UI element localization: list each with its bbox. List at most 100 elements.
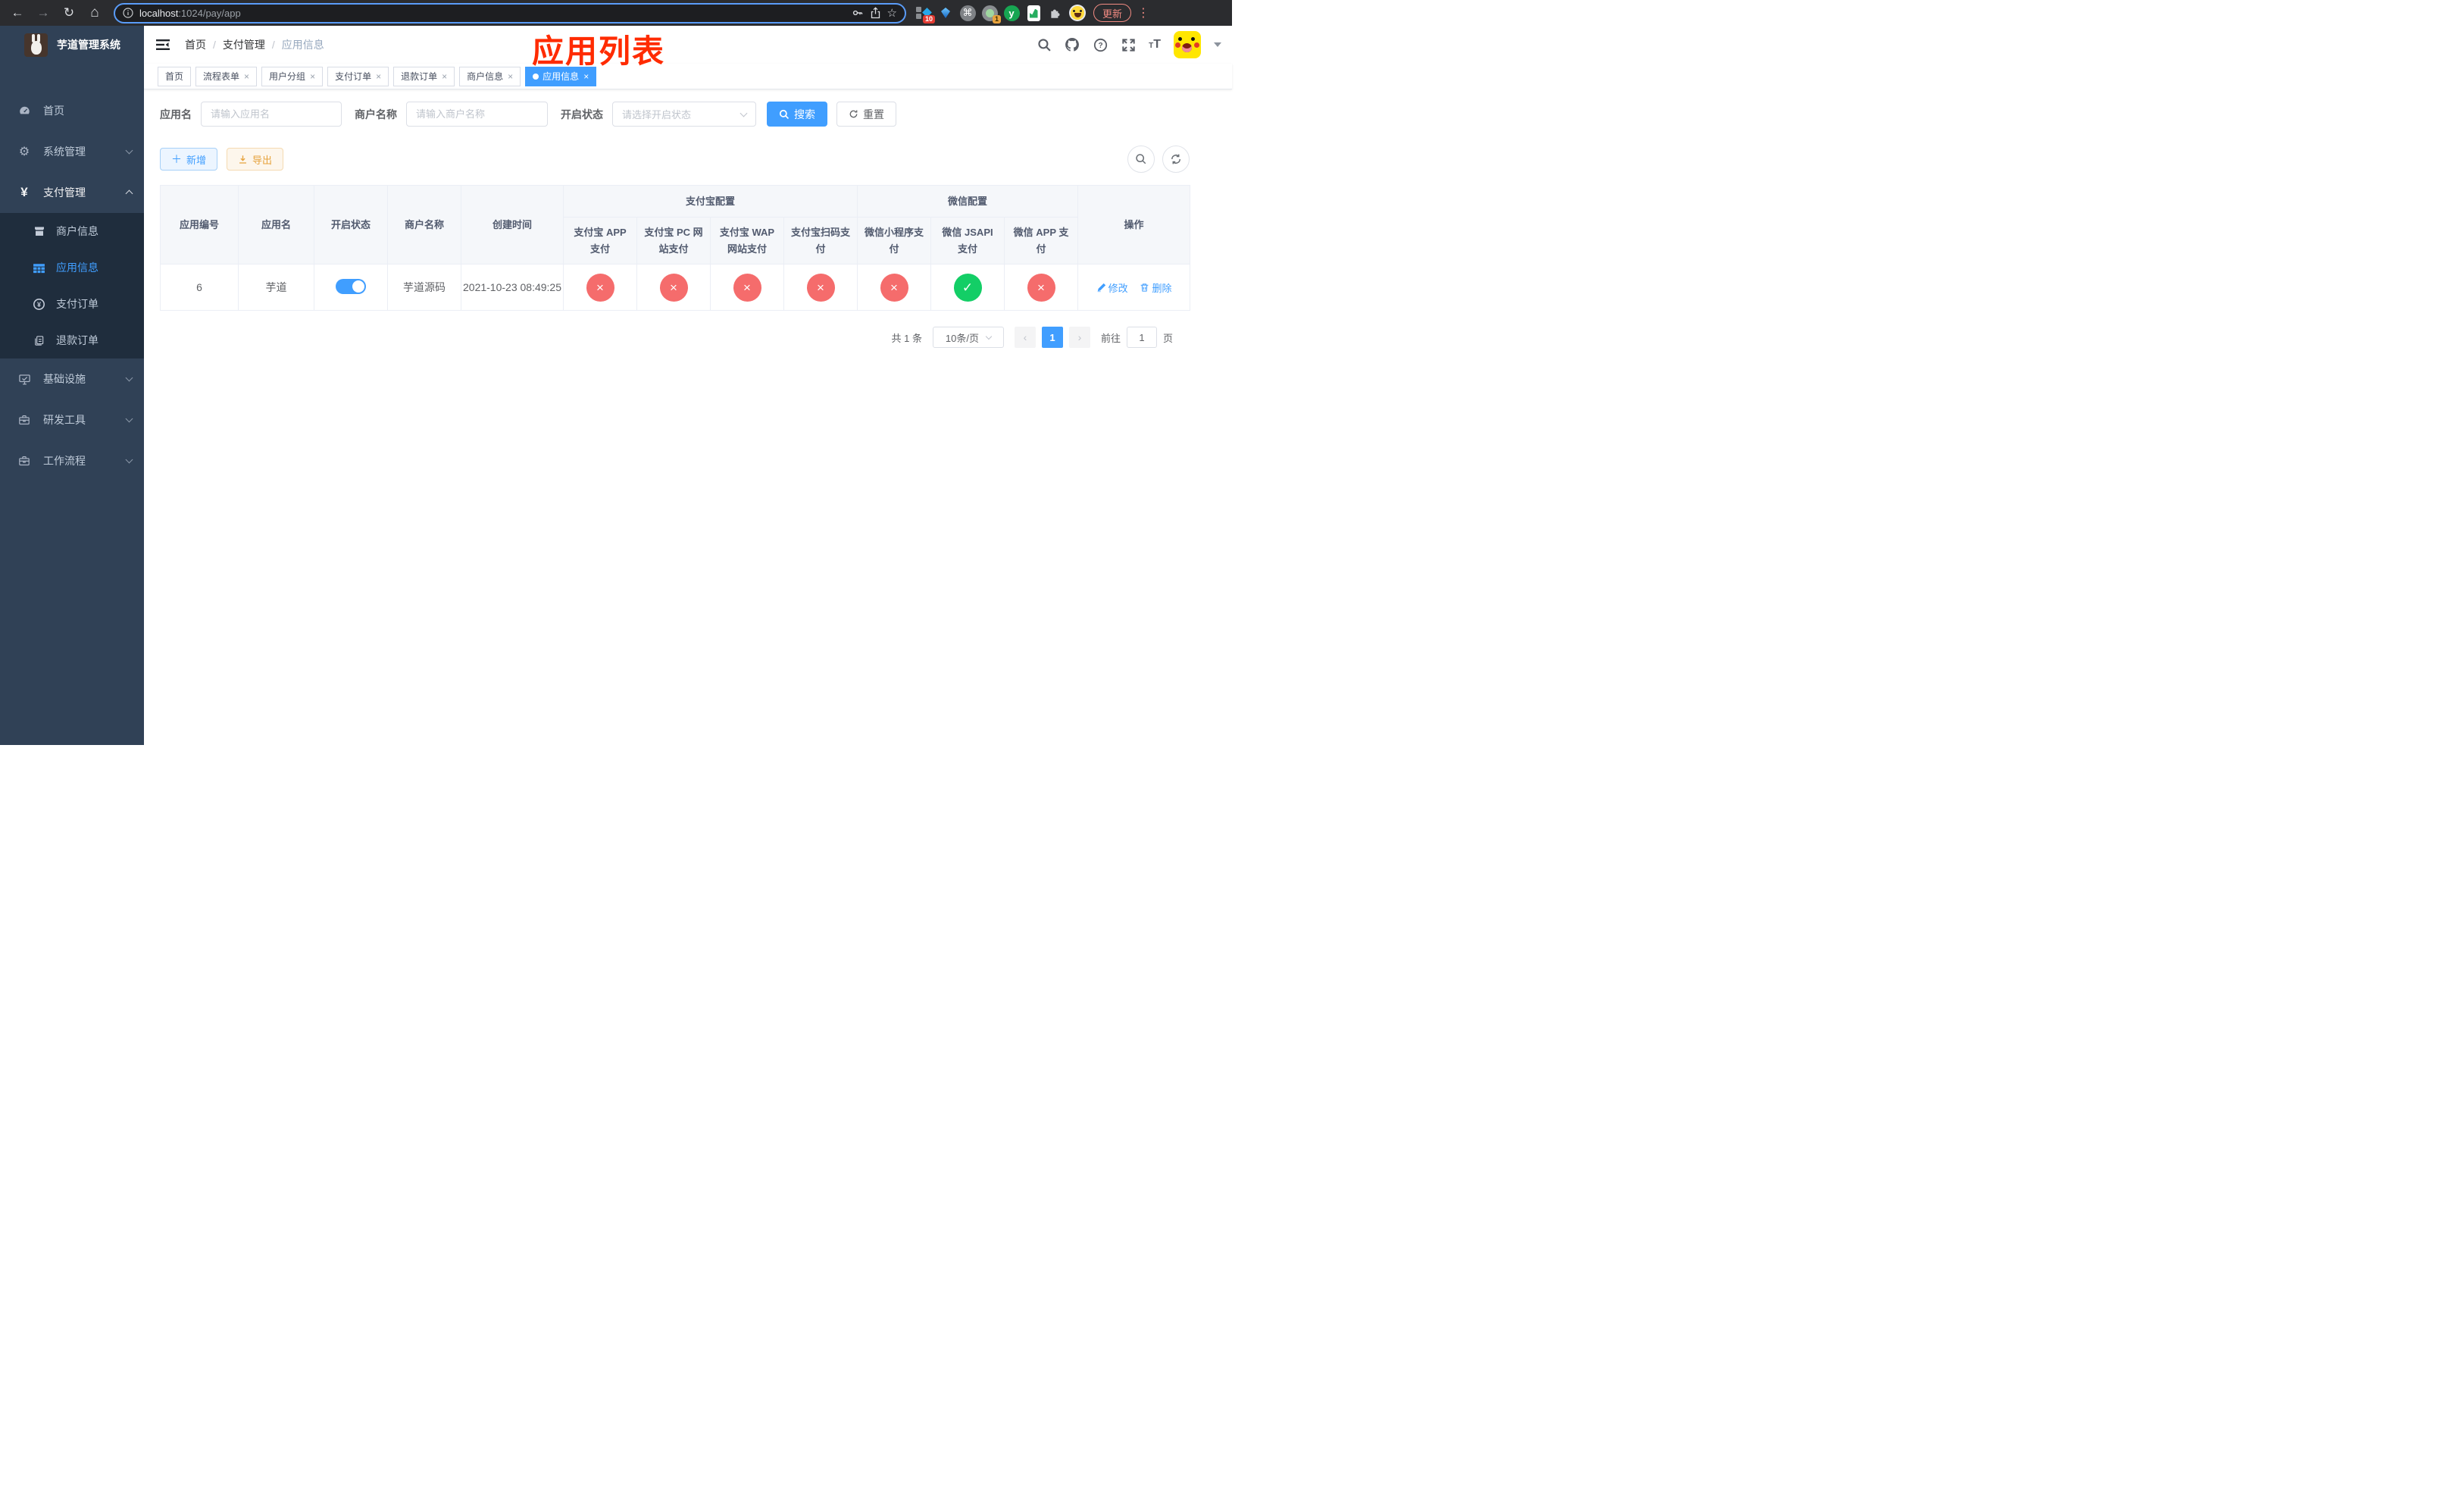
help-icon[interactable]: ? <box>1093 37 1108 52</box>
navbar: 首页 / 支付管理 / 应用信息 应用列表 ? TT <box>144 26 1232 69</box>
extension-grid-icon[interactable]: 10 <box>915 5 935 23</box>
status-select[interactable]: 请选择开启状态 <box>612 102 756 127</box>
status-toggle[interactable] <box>336 278 366 294</box>
tab-pay-orders[interactable]: 支付订单 × <box>327 66 389 86</box>
add-button[interactable]: ＋ 新增 <box>160 148 218 171</box>
search-button[interactable]: 搜索 <box>767 102 827 127</box>
alipay-qr-status-icon[interactable]: × <box>806 273 835 302</box>
alipay-pc-status-icon[interactable]: × <box>659 273 688 302</box>
close-icon[interactable]: × <box>244 71 249 82</box>
forward-icon[interactable]: → <box>32 2 55 23</box>
breadcrumb-payment[interactable]: 支付管理 <box>223 37 265 52</box>
chevron-down-icon <box>985 333 993 340</box>
browser-update-button[interactable]: 更新 <box>1093 4 1132 22</box>
app-name-input[interactable] <box>201 102 342 127</box>
sidebar-item-home[interactable]: 首页 <box>0 90 144 131</box>
sidebar-item-infrastructure[interactable]: 基础设施 <box>0 358 144 399</box>
sidebar-item-pay-orders[interactable]: ¥ 支付订单 <box>0 286 144 322</box>
extensions-row: 10 ⌘ 1 y <box>915 5 1086 23</box>
extension-gem-icon[interactable] <box>937 5 954 21</box>
tab-merchant-info[interactable]: 商户信息 × <box>459 66 521 86</box>
close-icon[interactable]: × <box>376 71 381 82</box>
app-logo-rabbit <box>24 33 48 57</box>
sidebar-item-system[interactable]: ⚙ 系统管理 <box>0 131 144 172</box>
close-icon[interactable]: × <box>310 71 315 82</box>
filter-form: 应用名 商户名称 开启状态 请选择开启状态 搜索 重置 <box>160 102 1217 127</box>
close-icon[interactable]: × <box>583 71 589 82</box>
extension-tray-icon[interactable]: 1 <box>981 5 1001 23</box>
cell-status <box>314 264 388 311</box>
table-row: 6 芋道 芋道源码 2021-10-23 08:49:25 × × × × × … <box>160 264 1191 311</box>
col-alipay-qr: 支付宝扫码支付 <box>783 217 858 265</box>
password-key-icon[interactable] <box>852 7 864 19</box>
avatar-dropdown-caret[interactable] <box>1214 42 1221 47</box>
sidebar-collapse-icon[interactable] <box>155 36 171 53</box>
search-icon[interactable] <box>1037 37 1052 52</box>
page-content: 应用名 商户名称 开启状态 请选择开启状态 搜索 重置 <box>144 89 1232 348</box>
browser-menu-icon[interactable]: ⋮ <box>1137 5 1149 20</box>
document-copy-icon <box>33 335 45 346</box>
extension-y-icon[interactable]: y <box>1003 5 1020 21</box>
back-icon[interactable]: ← <box>6 2 29 23</box>
col-alipay-pc: 支付宝 PC 网站支付 <box>636 217 711 265</box>
browser-nav-buttons: ← → ↻ ⌂ <box>6 2 106 23</box>
col-wechat-mini: 微信小程序支付 <box>857 217 932 265</box>
sidebar-item-workflow[interactable]: 工作流程 <box>0 440 144 481</box>
prev-page-button[interactable]: ‹ <box>1014 327 1036 348</box>
bookmark-star-icon[interactable]: ☆ <box>887 6 897 20</box>
next-page-button[interactable]: › <box>1068 327 1090 348</box>
export-button[interactable]: 导出 <box>227 148 284 171</box>
extension-command-icon[interactable]: ⌘ <box>959 5 976 21</box>
sidebar-item-dev-tools[interactable]: 研发工具 <box>0 399 144 440</box>
search-icon <box>1136 154 1146 164</box>
home-icon[interactable]: ⌂ <box>83 2 106 23</box>
goto-page: 前往 页 <box>1101 327 1173 348</box>
group-alipay-config: 支付宝配置 <box>563 185 858 218</box>
address-bar[interactable]: localhost:1024/pay/app ☆ <box>114 2 906 23</box>
tab-process-form[interactable]: 流程表单 × <box>195 66 258 86</box>
edit-link[interactable]: 修改 <box>1096 280 1128 295</box>
reset-button[interactable]: 重置 <box>836 102 896 127</box>
tags-view-bar: 首页 流程表单 × 用户分组 × 支付订单 × 退款订单 × 商户信息 × 应用信息 × <box>144 64 1232 89</box>
tab-refund-orders[interactable]: 退款订单 × <box>393 66 455 86</box>
sidebar-item-app-info[interactable]: 应用信息 <box>0 249 144 286</box>
reload-icon[interactable]: ↻ <box>58 2 80 23</box>
close-icon[interactable]: × <box>508 71 513 82</box>
page-number-1[interactable]: 1 <box>1041 327 1063 348</box>
alipay-app-status-icon[interactable]: × <box>586 273 614 302</box>
alipay-wap-status-icon[interactable]: × <box>733 273 761 302</box>
page-size-select[interactable]: 10条/页 <box>932 327 1004 348</box>
sidebar-item-payment[interactable]: ¥ 支付管理 <box>0 172 144 213</box>
svg-text:?: ? <box>1098 42 1102 50</box>
goto-page-input[interactable] <box>1126 327 1157 348</box>
breadcrumb-home[interactable]: 首页 <box>185 37 206 52</box>
tab-home[interactable]: 首页 <box>158 66 192 86</box>
sidebar-item-merchant-info[interactable]: 商户信息 <box>0 213 144 249</box>
tab-app-info[interactable]: 应用信息 × <box>525 66 597 86</box>
sidebar: 芋道管理系统 首页 ⚙ 系统管理 ¥ 支付管理 商户信息 应用信息 ¥ 支付订单… <box>0 26 144 745</box>
profile-emoji-icon[interactable] <box>1069 5 1086 21</box>
merchant-name-input[interactable] <box>406 102 548 127</box>
wechat-app-status-icon[interactable]: × <box>1027 273 1055 302</box>
github-icon[interactable] <box>1065 37 1080 52</box>
chevron-down-icon <box>125 455 133 464</box>
app-logo-row[interactable]: 芋道管理系统 <box>0 26 144 64</box>
font-size-icon[interactable]: TT <box>1149 38 1161 52</box>
app-title: 芋道管理系统 <box>57 39 120 51</box>
extensions-puzzle-icon[interactable] <box>1047 5 1064 21</box>
url-text[interactable]: localhost:1024/pay/app <box>139 8 846 19</box>
toggle-search-button[interactable] <box>1127 146 1155 173</box>
refresh-table-button[interactable] <box>1162 146 1190 173</box>
user-avatar[interactable] <box>1174 31 1201 58</box>
wechat-mini-status-icon[interactable]: × <box>880 273 908 302</box>
col-alipay-app: 支付宝 APP 支付 <box>563 217 637 265</box>
share-icon[interactable] <box>870 7 881 19</box>
extension-doc-icon[interactable] <box>1025 5 1042 21</box>
site-info-icon[interactable] <box>123 8 133 18</box>
sidebar-item-refund-orders[interactable]: 退款订单 <box>0 322 144 358</box>
close-icon[interactable]: × <box>442 71 447 82</box>
fullscreen-icon[interactable] <box>1121 37 1136 52</box>
tab-user-group[interactable]: 用户分组 × <box>261 66 324 86</box>
wechat-jsapi-status-icon[interactable]: ✓ <box>953 273 982 302</box>
delete-link[interactable]: 删除 <box>1140 280 1171 295</box>
